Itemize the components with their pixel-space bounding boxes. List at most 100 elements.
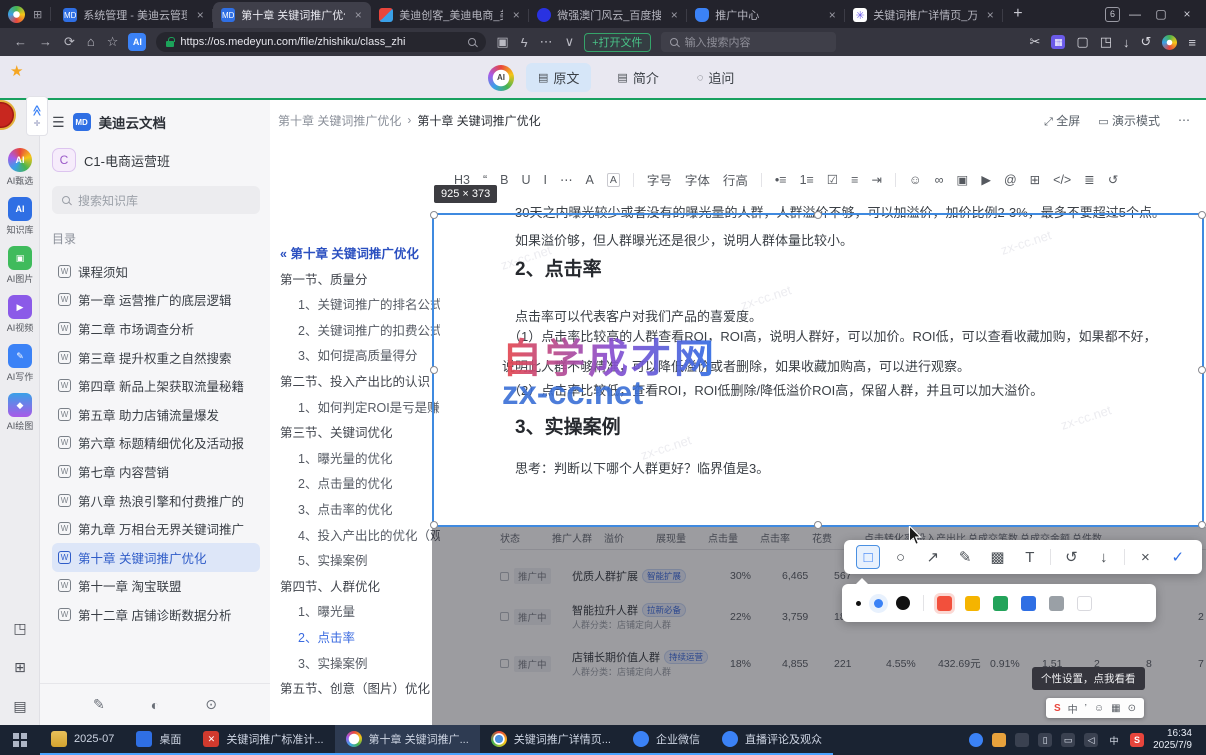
chapter-item[interactable]: W 第六章 标题精细优化及活动报	[52, 429, 260, 458]
toolbar-icon[interactable]: ϟ	[521, 35, 528, 50]
palette-swatch[interactable]	[1077, 595, 1092, 611]
editor-tool[interactable]: 行高	[723, 170, 748, 189]
palette-swatch[interactable]	[923, 595, 924, 611]
rail-tool-item[interactable]: ▶ AI视频	[7, 295, 33, 334]
tray-icon[interactable]: ◁	[1084, 733, 1099, 747]
tray-icon[interactable]: 中	[1107, 733, 1121, 747]
palette-swatch[interactable]	[874, 598, 883, 608]
annotation-tool[interactable]: ✓	[1166, 545, 1190, 569]
taskbar-app[interactable]: 企业微信	[621, 725, 711, 755]
window-control-button[interactable]: 6	[1105, 6, 1120, 22]
ime-toolbar-icon[interactable]: 中	[1068, 701, 1078, 716]
editor-tool[interactable]: ☺	[909, 173, 922, 187]
editor-tool[interactable]: ⊞	[1030, 172, 1040, 187]
ai-doc-tab[interactable]: ▤ 简介	[605, 63, 670, 92]
editor-tool[interactable]: 字号	[647, 170, 672, 189]
editor-tool[interactable]	[894, 172, 896, 187]
browser-tab[interactable]: 美迪创客_美迪电商_美 ×	[371, 2, 530, 28]
new-tab-button[interactable]: +	[1013, 5, 1022, 23]
search-in-page-icon[interactable]	[468, 38, 477, 46]
toolbar-icon[interactable]: ≡	[1188, 35, 1196, 50]
start-button[interactable]	[0, 725, 40, 755]
chapter-item[interactable]: W 课程须知	[52, 257, 260, 286]
window-manager-icon[interactable]: ⊞	[33, 8, 42, 21]
row-checkbox[interactable]	[500, 571, 509, 581]
chapter-item[interactable]: W 第十二章 店铺诊断数据分析	[52, 600, 260, 629]
editor-tool[interactable]: 字体	[685, 170, 710, 189]
knowledge-search-box[interactable]: 搜索知识库	[52, 186, 260, 214]
nav-icon[interactable]: ⌂	[87, 34, 95, 50]
editor-tool[interactable]: A	[586, 173, 594, 187]
ai-logo-icon[interactable]: AI	[488, 64, 514, 91]
taskbar-app[interactable]: 直播评论及观众	[710, 725, 833, 755]
taskbar-app[interactable]: 桌面	[125, 725, 193, 755]
sidebar-footer-icon[interactable]: ◐	[151, 697, 159, 713]
toc-title[interactable]: « 第十章 关键词推广优化	[280, 242, 440, 268]
toc-item[interactable]: 2、点击率	[280, 626, 440, 652]
taskbar-app[interactable]: 第十章 关键词推广...	[334, 725, 480, 755]
toolbar-icon[interactable]: ⋯	[540, 34, 553, 50]
chapter-item[interactable]: W 第一章 运营推广的底层逻辑	[52, 286, 260, 315]
sidebar-menu-icon[interactable]: ☰	[52, 114, 65, 131]
sidebar-footer-icon[interactable]: ⊙	[205, 696, 217, 713]
tab-close-icon[interactable]: ×	[509, 8, 523, 22]
pin-icon[interactable]: ✛	[34, 119, 41, 128]
toolbar-search-box[interactable]: 输入搜索内容	[660, 32, 836, 52]
toolbar-icon[interactable]: ✂	[1030, 34, 1041, 50]
toc-item[interactable]: 5、实操案例	[280, 549, 440, 575]
annotation-tool[interactable]: ▩	[985, 545, 1009, 569]
column-header[interactable]: 状态	[500, 530, 552, 545]
tab-close-icon[interactable]: ×	[983, 8, 997, 22]
tray-icon[interactable]	[1015, 733, 1030, 747]
ai-doc-tab[interactable]: ◌ 追问	[685, 63, 747, 92]
editor-tool[interactable]: U	[522, 173, 531, 187]
toc-item[interactable]: 2、点击量的优化	[280, 472, 440, 498]
palette-swatch[interactable]	[937, 595, 952, 611]
editor-tool[interactable]: •≡	[775, 173, 787, 187]
annotation-tool[interactable]: ✎	[953, 545, 977, 569]
nav-icon[interactable]: ☆	[107, 34, 119, 50]
toc-item[interactable]: 2、关键词推广的扣费公式	[280, 319, 440, 345]
palette-swatch[interactable]	[1049, 595, 1064, 611]
ime-toolbar-icon[interactable]: ’	[1085, 703, 1087, 714]
bookmark-star-icon[interactable]: ★	[10, 62, 23, 80]
annotation-tool[interactable]: □	[856, 545, 881, 569]
editor-tool[interactable]: ≡	[851, 173, 858, 187]
annotation-tool[interactable]: T	[1018, 545, 1042, 569]
toc-item[interactable]: 3、点击率的优化	[280, 498, 440, 524]
toc-item[interactable]: 3、如何提高质量得分	[280, 344, 440, 370]
palette-swatch[interactable]	[993, 595, 1008, 611]
tab-close-icon[interactable]: ×	[825, 8, 839, 22]
toc-item[interactable]: 1、关键词推广的排名公式	[280, 293, 440, 319]
editor-tool[interactable]	[632, 172, 634, 187]
row-checkbox[interactable]	[500, 612, 509, 621]
nav-icon[interactable]: →	[39, 34, 52, 50]
ai-assistant-icon[interactable]: AI	[128, 33, 147, 51]
ime-toolbar-icon[interactable]: S	[1054, 703, 1061, 714]
editor-tool[interactable]: B	[500, 173, 508, 187]
chapter-item[interactable]: W 第八章 热浪引擎和付费推广的	[52, 486, 260, 515]
course-selector[interactable]: C C1-电商运营班	[52, 148, 260, 172]
editor-tool[interactable]: I	[544, 173, 547, 187]
browser-logo-icon[interactable]	[8, 5, 25, 23]
selection-handle[interactable]	[1198, 211, 1206, 219]
chapter-item[interactable]: W 第二章 市场调查分析	[52, 314, 260, 343]
taskbar-app[interactable]: 2025-07	[40, 725, 126, 755]
chapter-item[interactable]: W 第三章 提升权重之自然搜索	[52, 343, 260, 372]
tab-close-icon[interactable]: ×	[193, 8, 207, 22]
editor-tool[interactable]: </>	[1053, 173, 1071, 187]
toc-item[interactable]: 1、曝光量的优化	[280, 447, 440, 473]
url-text[interactable]: https://os.medeyun.com/file/zhishiku/cla…	[180, 36, 462, 48]
column-header[interactable]: 推广人群	[552, 530, 604, 545]
collapse-chevrons-icon[interactable]: ≪	[30, 105, 43, 117]
annotation-tool[interactable]: ↺	[1059, 545, 1083, 569]
browser-tab[interactable]: ✳ 关键词推广详情页_万相 ×	[845, 2, 1004, 28]
toolbar-icon[interactable]: ▦	[1051, 35, 1066, 49]
annotation-tool[interactable]: ×	[1133, 545, 1157, 569]
nav-icon[interactable]: ⟳	[64, 34, 75, 50]
toc-item[interactable]: 第一节、质量分	[280, 268, 440, 294]
toc-item[interactable]: 第三节、关键词优化	[280, 421, 440, 447]
toc-item[interactable]: 1、如何判定ROI是亏是赚	[280, 396, 440, 422]
editor-tool[interactable]: ↺	[1108, 172, 1118, 187]
present-mode-button[interactable]: ▭ 演示模式	[1098, 112, 1160, 129]
